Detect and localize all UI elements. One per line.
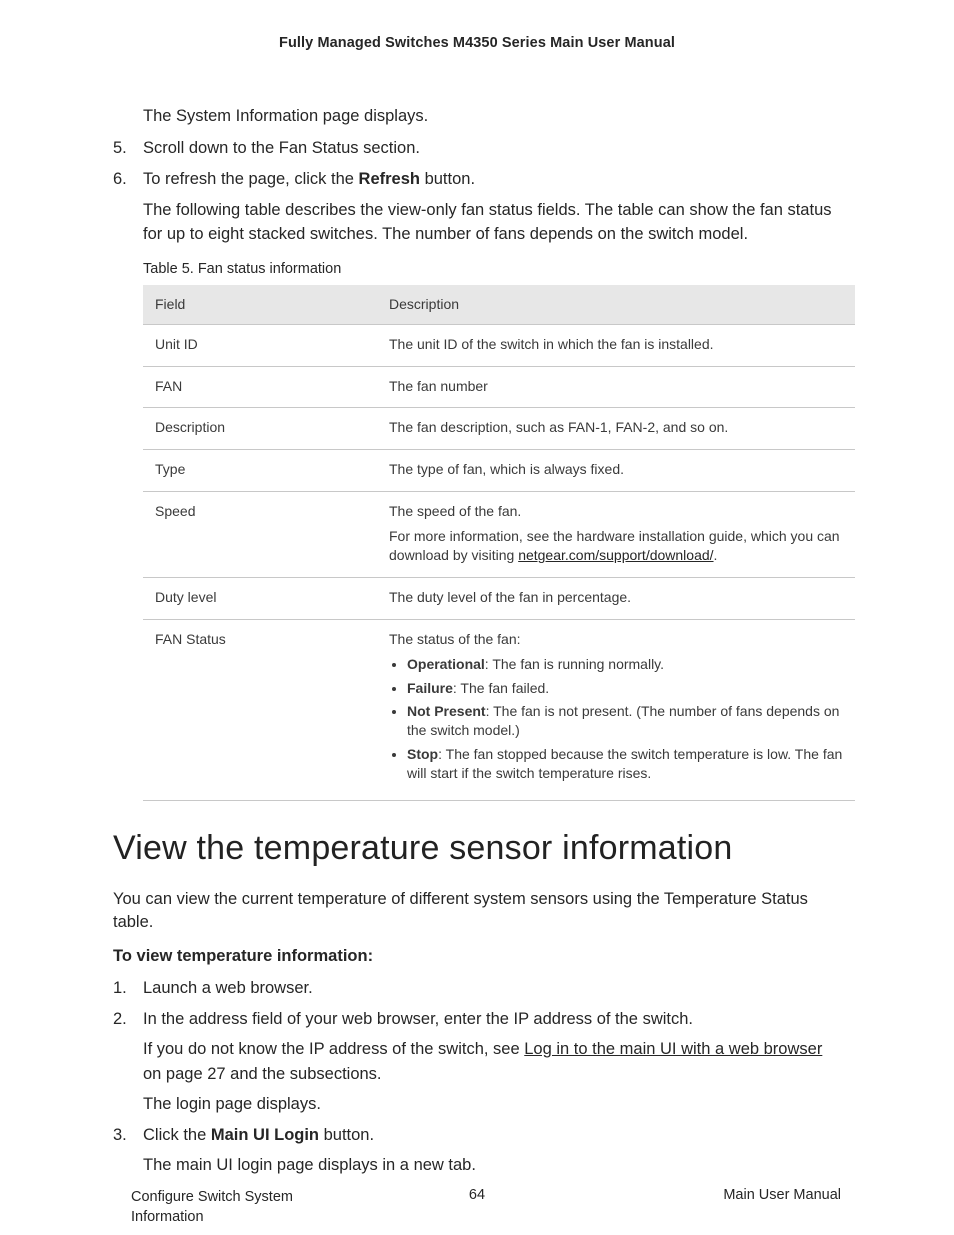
step-post: button. bbox=[319, 1126, 374, 1144]
para-pre: If you do not know the IP address of the… bbox=[143, 1040, 524, 1058]
table-header-row: Field Description bbox=[143, 285, 855, 324]
step-number: 2. bbox=[113, 1007, 127, 1032]
cell-field: Duty level bbox=[143, 577, 377, 619]
col-description: Description bbox=[377, 285, 855, 324]
desc-main: The speed of the fan. bbox=[389, 503, 521, 519]
list-item: Operational: The fan is running normally… bbox=[407, 655, 843, 674]
table-row: Unit ID The unit ID of the switch in whi… bbox=[143, 324, 855, 366]
para-post: on page 27 and the subsections. bbox=[143, 1065, 382, 1083]
cell-field: Unit ID bbox=[143, 324, 377, 366]
bullet-text: : The fan failed. bbox=[453, 680, 549, 696]
steps-bottom: 1. Launch a web browser. 2. In the addre… bbox=[113, 976, 841, 1178]
step-number: 6. bbox=[113, 167, 127, 192]
intro-para: The System Information page displays. bbox=[143, 105, 841, 128]
list-item: Stop: The fan stopped because the switch… bbox=[407, 745, 843, 783]
bullet-text: : The fan is running normally. bbox=[485, 656, 664, 672]
cell-desc: The unit ID of the switch in which the f… bbox=[377, 324, 855, 366]
col-field: Field bbox=[143, 285, 377, 324]
step-2: 2. In the address field of your web brow… bbox=[113, 1007, 841, 1117]
cell-field: FAN bbox=[143, 366, 377, 408]
step-number: 5. bbox=[113, 136, 127, 161]
bullet-bold: Operational bbox=[407, 656, 485, 672]
step-para-2: The login page displays. bbox=[143, 1092, 841, 1116]
cell-desc: The fan number bbox=[377, 366, 855, 408]
table-row: FAN The fan number bbox=[143, 366, 855, 408]
table-caption: Table 5. Fan status information bbox=[143, 261, 841, 277]
steps-top: 5. Scroll down to the Fan Status section… bbox=[113, 136, 841, 246]
desc-main: The status of the fan: bbox=[389, 631, 521, 647]
step-pre: To refresh the page, click the bbox=[143, 170, 359, 188]
step-text: Click the Main UI Login button. bbox=[143, 1123, 841, 1148]
table-row: Type The type of fan, which is always fi… bbox=[143, 450, 855, 492]
step-bold: Refresh bbox=[359, 170, 420, 188]
desc-extra: For more information, see the hardware i… bbox=[389, 527, 843, 565]
step-para: If you do not know the IP address of the… bbox=[143, 1037, 841, 1086]
cell-field: Type bbox=[143, 450, 377, 492]
cell-field: FAN Status bbox=[143, 619, 377, 800]
subhead: To view temperature information: bbox=[113, 947, 841, 966]
step-para: The following table describes the view-o… bbox=[143, 198, 841, 247]
download-link[interactable]: netgear.com/support/download/ bbox=[518, 547, 713, 563]
table-row: FAN Status The status of the fan: Operat… bbox=[143, 619, 855, 800]
step-5: 5. Scroll down to the Fan Status section… bbox=[113, 136, 841, 161]
bullet-text: : The fan stopped because the switch tem… bbox=[407, 746, 842, 781]
status-list: Operational: The fan is running normally… bbox=[389, 655, 843, 783]
step-para: The main UI login page displays in a new… bbox=[143, 1153, 841, 1177]
bullet-bold: Failure bbox=[407, 680, 453, 696]
table-row: Speed The speed of the fan. For more inf… bbox=[143, 492, 855, 578]
cell-desc: The status of the fan: Operational: The … bbox=[377, 619, 855, 800]
step-number: 1. bbox=[113, 976, 127, 1001]
step-text: In the address field of your web browser… bbox=[143, 1007, 841, 1032]
bullet-bold: Not Present bbox=[407, 703, 486, 719]
step-3: 3. Click the Main UI Login button. The m… bbox=[113, 1123, 841, 1178]
page: Fully Managed Switches M4350 Series Main… bbox=[0, 0, 954, 1235]
section-heading: View the temperature sensor information bbox=[113, 829, 841, 868]
cell-desc: The duty level of the fan in percentage. bbox=[377, 577, 855, 619]
cell-desc: The fan description, such as FAN-1, FAN-… bbox=[377, 408, 855, 450]
step-post: button. bbox=[420, 170, 475, 188]
intro-block: The System Information page displays. bbox=[143, 105, 841, 128]
footer-right: Main User Manual bbox=[723, 1187, 841, 1203]
bullet-bold: Stop bbox=[407, 746, 438, 762]
list-item: Failure: The fan failed. bbox=[407, 679, 843, 698]
cell-desc: The speed of the fan. For more informati… bbox=[377, 492, 855, 578]
list-item: Not Present: The fan is not present. (Th… bbox=[407, 702, 843, 740]
section-para: You can view the current temperature of … bbox=[113, 888, 841, 935]
table-row: Description The fan description, such as… bbox=[143, 408, 855, 450]
step-1: 1. Launch a web browser. bbox=[113, 976, 841, 1001]
login-link[interactable]: Log in to the main UI with a web browser bbox=[524, 1040, 822, 1058]
cell-field: Description bbox=[143, 408, 377, 450]
cell-desc: The type of fan, which is always fixed. bbox=[377, 450, 855, 492]
extra-post: . bbox=[714, 547, 718, 563]
step-text: Scroll down to the Fan Status section. bbox=[143, 136, 841, 161]
step-bold: Main UI Login bbox=[211, 1126, 319, 1144]
running-head: Fully Managed Switches M4350 Series Main… bbox=[113, 35, 841, 51]
step-6: 6. To refresh the page, click the Refres… bbox=[113, 167, 841, 247]
step-number: 3. bbox=[113, 1123, 127, 1148]
cell-field: Speed bbox=[143, 492, 377, 578]
step-text: Launch a web browser. bbox=[143, 976, 841, 1001]
table-row: Duty level The duty level of the fan in … bbox=[143, 577, 855, 619]
step-text: To refresh the page, click the Refresh b… bbox=[143, 167, 841, 192]
fan-status-table: Field Description Unit ID The unit ID of… bbox=[143, 285, 855, 801]
step-pre: Click the bbox=[143, 1126, 211, 1144]
